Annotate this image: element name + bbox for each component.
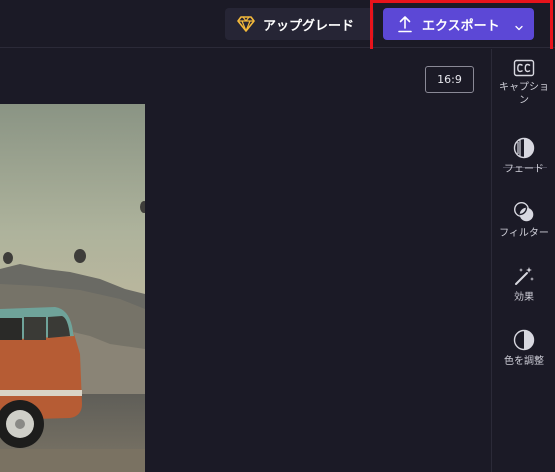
diamond-icon — [237, 16, 255, 32]
sidebar-item-label: フェード — [504, 164, 544, 175]
sidebar-item-adjust-colors[interactable]: 色を調整 — [492, 329, 555, 368]
sidebar-item-effects[interactable]: 効果 — [492, 265, 555, 304]
right-sidebar: キャプション フェード フィルター 効果 色を調整 — [491, 49, 555, 472]
highlight-annotation — [370, 0, 553, 53]
cc-icon — [513, 59, 535, 77]
sidebar-item-filters[interactable]: フィルター — [492, 201, 555, 240]
upgrade-button[interactable]: アップグレード — [225, 8, 374, 40]
sidebar-item-label: 色を調整 — [504, 356, 544, 367]
fade-icon — [513, 137, 535, 159]
filter-icon — [513, 201, 535, 223]
sidebar-item-captions[interactable]: キャプション — [492, 59, 555, 107]
magic-wand-icon — [513, 265, 535, 287]
sidebar-item-label: フィルター — [499, 228, 549, 239]
contrast-icon — [513, 329, 535, 351]
video-frame-image — [0, 104, 145, 472]
video-preview[interactable] — [0, 104, 145, 472]
sidebar-item-fade[interactable]: フェード — [492, 137, 555, 176]
sidebar-item-label: 効果 — [514, 292, 534, 303]
sidebar-item-label: キャプション — [499, 82, 549, 106]
upgrade-label: アップグレード — [263, 18, 355, 34]
aspect-ratio-button[interactable]: 16:9 — [425, 66, 474, 93]
